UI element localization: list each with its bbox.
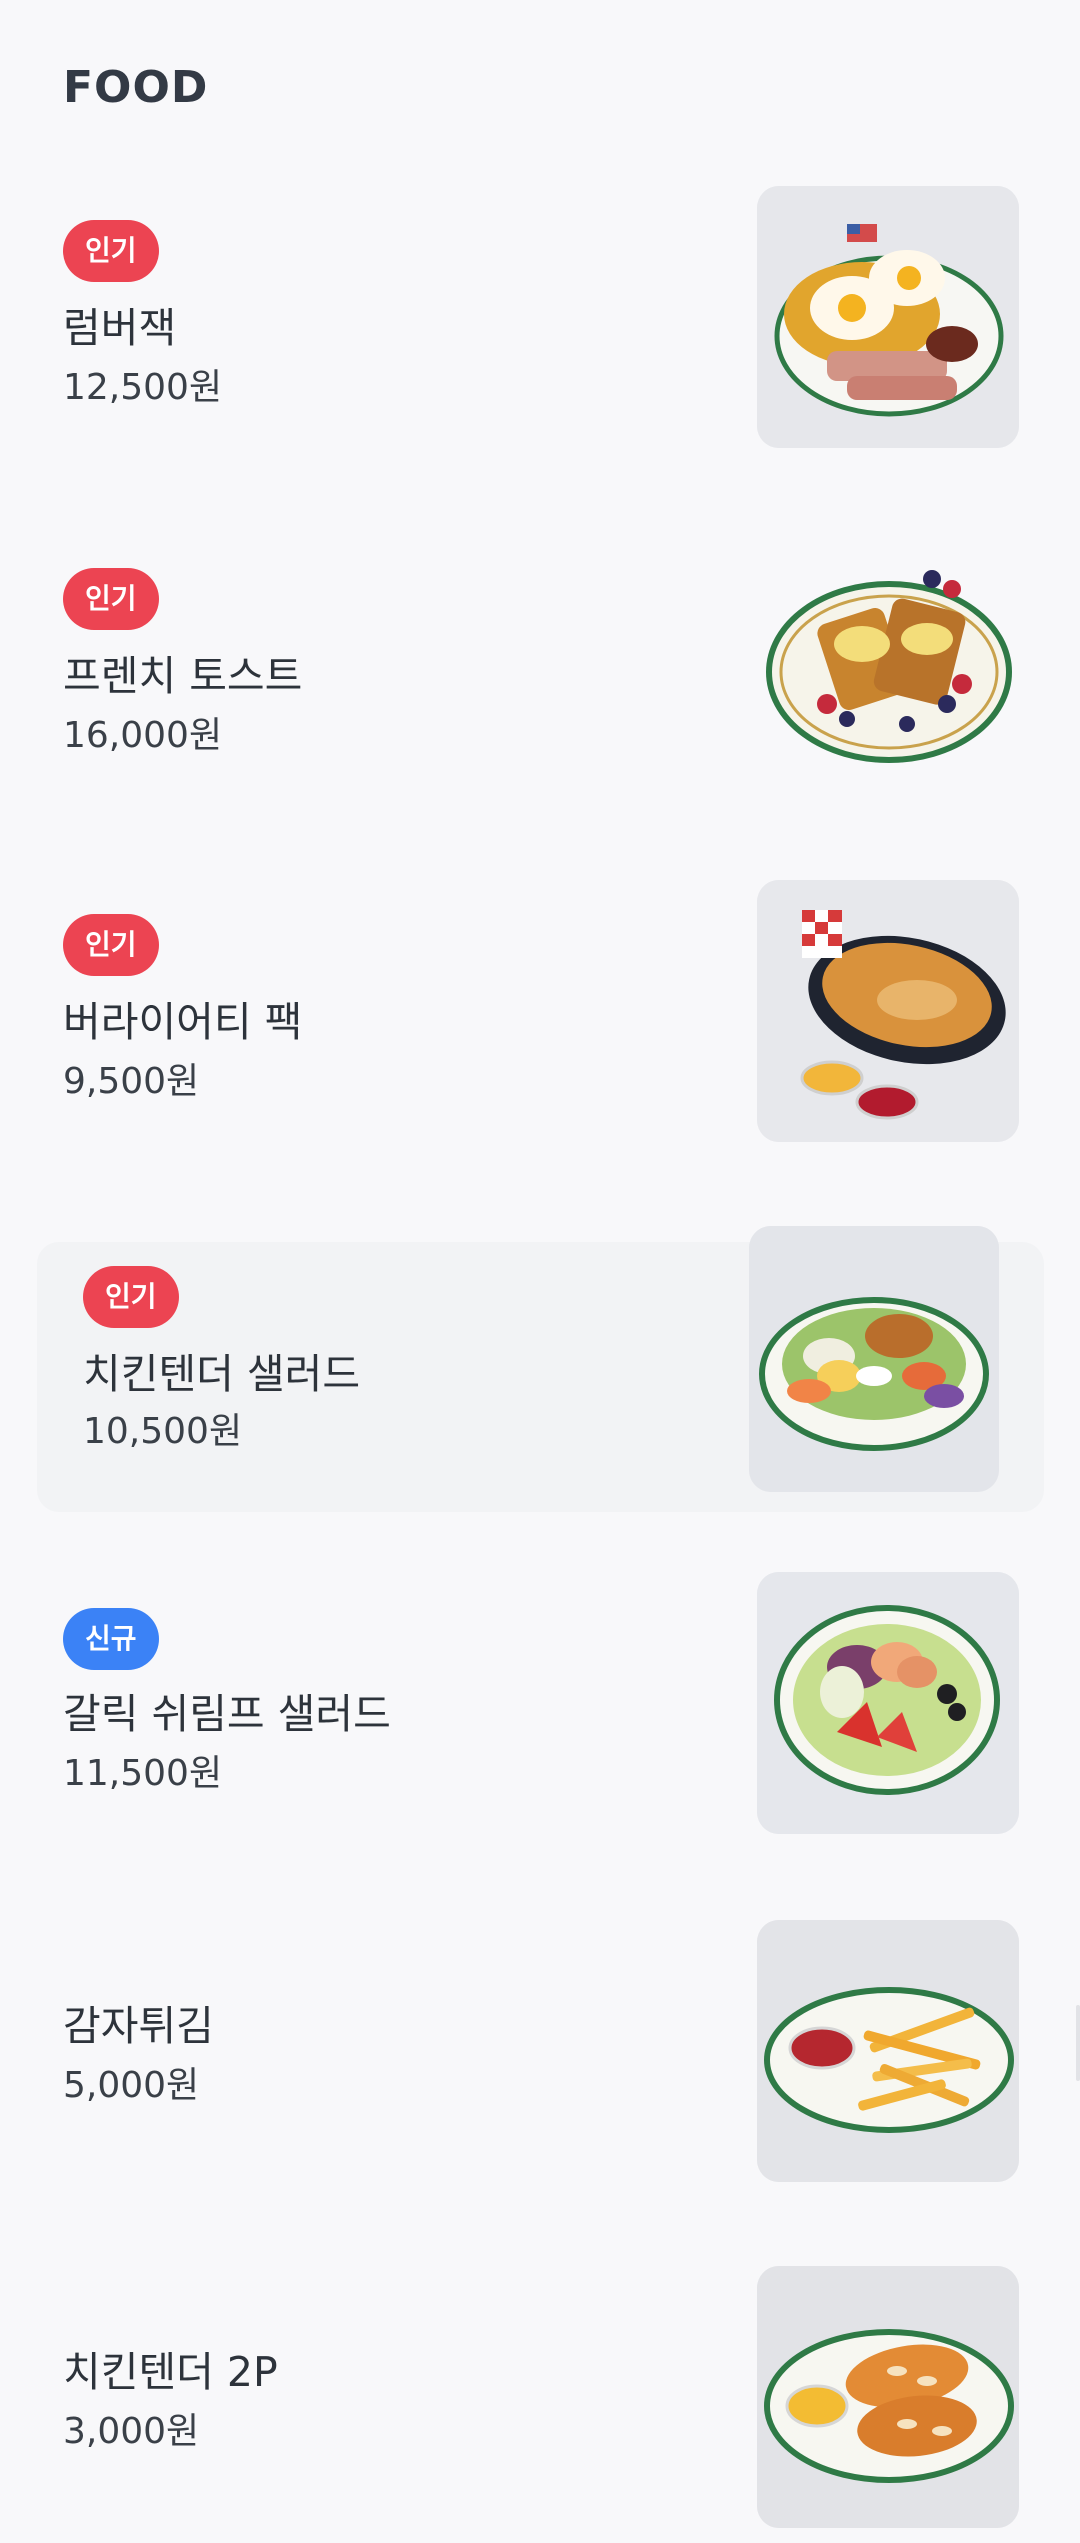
- item-info: 인기 럼버잭 12,500원: [63, 176, 703, 456]
- item-name: 갈릭 쉬림프 샐러드: [63, 1690, 391, 1738]
- item-name: 럼버잭: [63, 304, 177, 352]
- menu-item-lumberjack[interactable]: 인기 럼버잭 12,500원: [0, 176, 1080, 456]
- item-info: 감자튀김 5,000원: [63, 1910, 703, 2190]
- menu-item-french-toast[interactable]: 인기 프렌치 토스트 16,000원: [0, 524, 1080, 804]
- item-price: 12,500원: [63, 367, 223, 408]
- lumberjack-breakfast-image: [757, 186, 1019, 448]
- chicken-tender-image: [757, 2266, 1019, 2528]
- item-price: 16,000원: [63, 715, 223, 756]
- menu-item-french-fries[interactable]: 감자튀김 5,000원: [0, 1910, 1080, 2190]
- variety-pack-image: [757, 880, 1019, 1142]
- item-info: 치킨텐더 2P 3,000원: [63, 2256, 703, 2536]
- item-info: 인기 치킨텐더 샐러드 10,500원: [83, 1242, 723, 1512]
- french-toast-image: [757, 534, 1019, 796]
- item-name: 감자튀김: [63, 2002, 214, 2050]
- item-info: 인기 버라이어티 팩 9,500원: [63, 870, 703, 1150]
- popular-badge: 인기: [63, 568, 159, 630]
- popular-badge: 인기: [83, 1266, 179, 1328]
- menu-item-chicken-tender-2p[interactable]: 치킨텐더 2P 3,000원: [0, 2256, 1080, 2536]
- item-name: 치킨텐더 2P: [63, 2348, 278, 2396]
- menu-item-garlic-shrimp-salad[interactable]: 신규 갈릭 쉬림프 샐러드 11,500원: [0, 1562, 1080, 1842]
- new-badge: 신규: [63, 1608, 159, 1670]
- popular-badge: 인기: [63, 914, 159, 976]
- scrollbar-thumb[interactable]: [1076, 2005, 1080, 2081]
- item-info: 인기 프렌치 토스트 16,000원: [63, 524, 703, 804]
- menu-list: 인기 럼버잭 12,500원 인기 프렌치 토스트 16,000원 인기 버라이…: [0, 0, 1080, 2543]
- item-price: 10,500원: [83, 1411, 243, 1452]
- item-name: 버라이어티 팩: [63, 998, 303, 1046]
- garlic-shrimp-salad-image: [757, 1572, 1019, 1834]
- item-name: 프렌치 토스트: [63, 652, 303, 700]
- menu-item-chicken-tender-salad[interactable]: 인기 치킨텐더 샐러드 10,500원: [37, 1226, 1044, 1512]
- item-price: 11,500원: [63, 1753, 223, 1794]
- menu-item-variety-pack[interactable]: 인기 버라이어티 팩 9,500원: [0, 870, 1080, 1150]
- item-info: 신규 갈릭 쉬림프 샐러드 11,500원: [63, 1562, 703, 1842]
- item-price: 3,000원: [63, 2411, 200, 2452]
- item-price: 9,500원: [63, 1061, 200, 1102]
- french-fries-image: [757, 1920, 1019, 2182]
- item-name: 치킨텐더 샐러드: [83, 1350, 361, 1398]
- chicken-tender-salad-image: [749, 1226, 999, 1492]
- item-price: 5,000원: [63, 2065, 200, 2106]
- popular-badge: 인기: [63, 220, 159, 282]
